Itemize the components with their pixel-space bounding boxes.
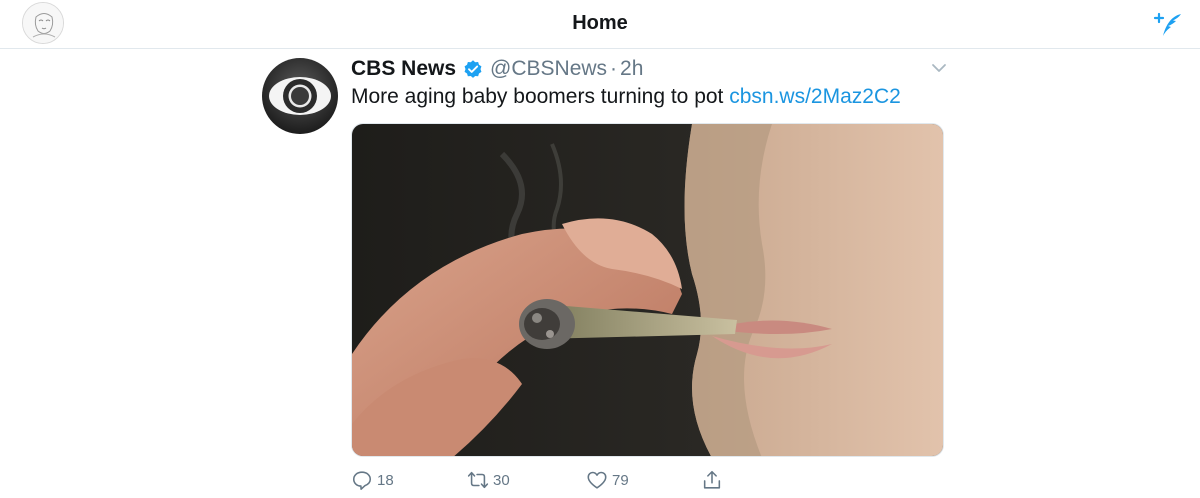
share-icon (703, 470, 721, 489)
chevron-down-icon (932, 64, 946, 72)
author-avatar[interactable] (262, 58, 338, 134)
compose-tweet-button[interactable] (1152, 8, 1184, 40)
tweet-body: More aging baby boomers turning to pot (351, 85, 730, 108)
share-button[interactable] (701, 469, 727, 491)
tweet-menu-button[interactable] (930, 61, 948, 75)
tweet-link[interactable]: cbsn.ws/2Maz2C2 (729, 85, 901, 108)
reply-button[interactable]: 18 (351, 469, 394, 491)
reply-icon (352, 471, 372, 490)
tweet-action-bar: 18 30 79 (351, 469, 944, 495)
tweet-text: More aging baby boomers turning to pot c… (351, 85, 901, 109)
tweet-header: CBS News @CBSNews · 2h (351, 56, 643, 82)
top-navigation-bar: Home (0, 0, 1200, 49)
tweet-media-photo[interactable] (351, 123, 944, 457)
verified-badge (462, 58, 484, 80)
like-button[interactable]: 79 (586, 469, 629, 491)
tweet-timestamp[interactable]: 2h (620, 57, 643, 81)
retweet-icon (467, 471, 489, 489)
cbs-eye-logo-icon (262, 58, 338, 134)
photo-image (352, 124, 943, 456)
reply-count: 18 (377, 471, 394, 489)
author-name[interactable]: CBS News (351, 57, 456, 81)
author-handle[interactable]: @CBSNews (490, 57, 607, 81)
verified-badge-icon (464, 60, 482, 78)
compose-tweet-icon (1153, 12, 1181, 36)
retweet-button[interactable]: 30 (467, 469, 510, 491)
like-count: 79 (612, 471, 629, 489)
page-title: Home (572, 12, 628, 34)
tweet-card[interactable]: CBS News @CBSNews · 2h More aging baby b… (262, 53, 952, 498)
heart-icon (587, 471, 607, 489)
retweet-count: 30 (493, 471, 510, 489)
separator-dot: · (610, 57, 618, 80)
